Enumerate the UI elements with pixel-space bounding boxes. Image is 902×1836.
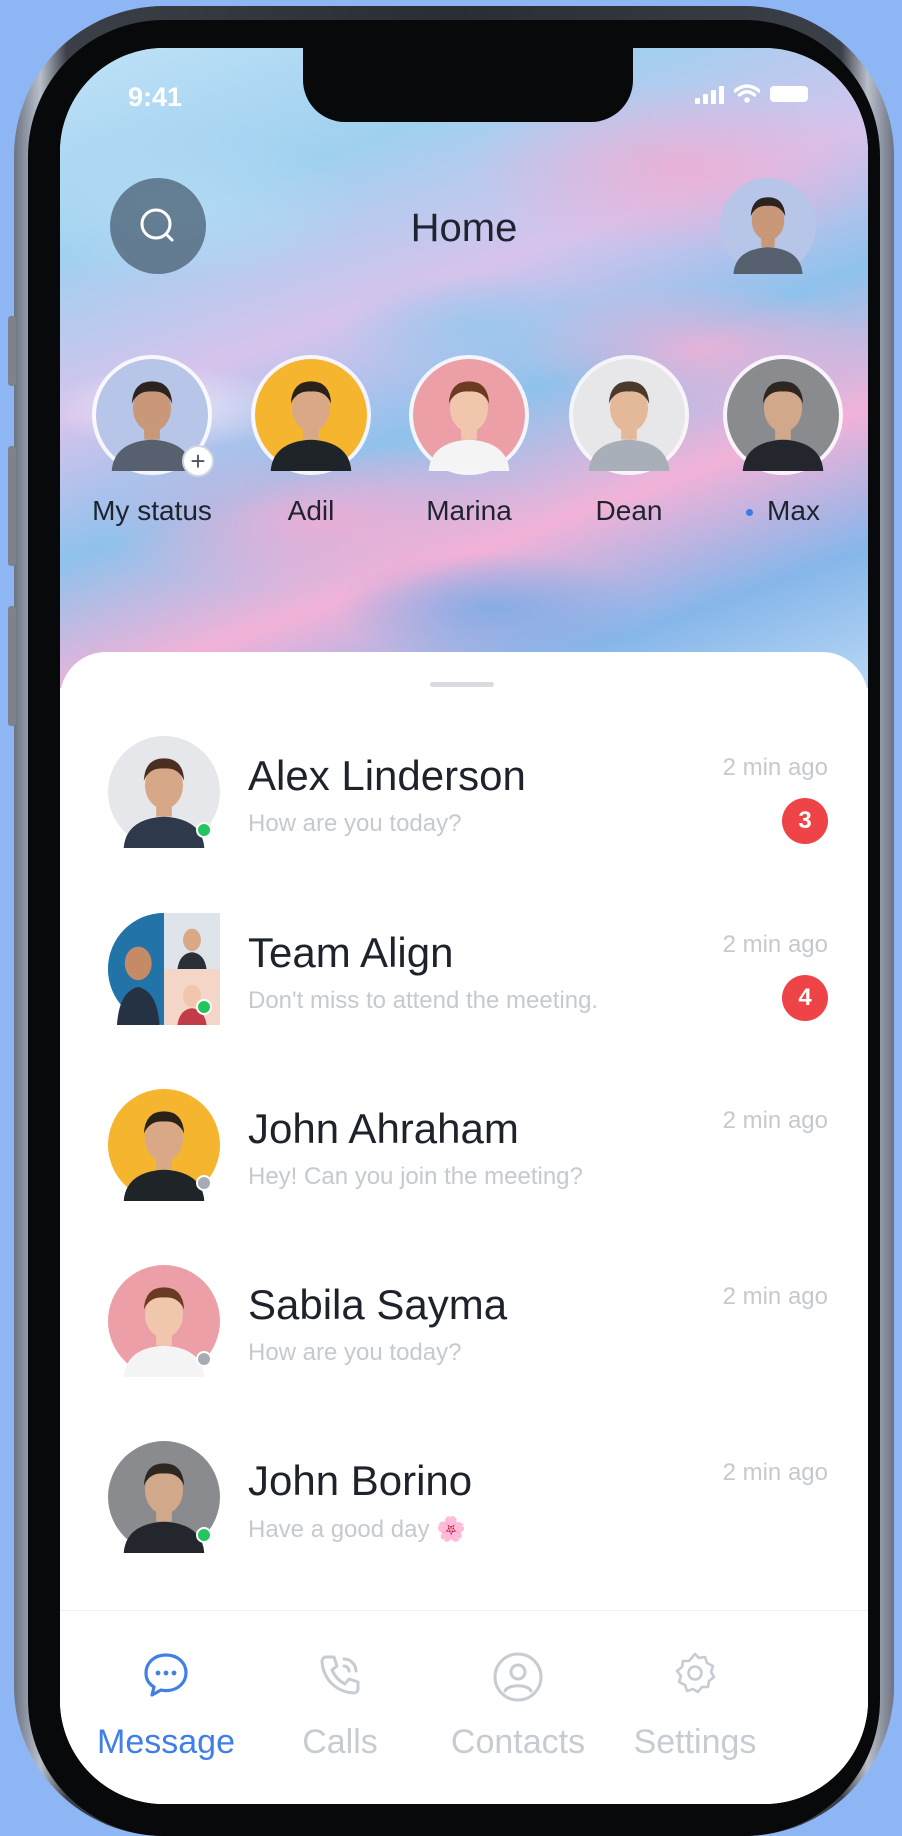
chat-list-item[interactable]: Sabila Sayma How are you today? 2 min ago: [108, 1265, 828, 1395]
story-label: Marina: [404, 495, 534, 527]
tab-label: Settings: [633, 1723, 757, 1761]
offline-indicator: [196, 1175, 212, 1191]
unread-badge: 3: [782, 798, 828, 844]
tab-message[interactable]: Message: [76, 1649, 256, 1762]
status-icons: [695, 84, 808, 104]
chat-time: 2 min ago: [722, 1283, 828, 1310]
story-name: Max: [767, 495, 820, 526]
story-name: Adil: [287, 495, 335, 526]
story-avatar: [569, 355, 689, 475]
story-avatar: [409, 355, 529, 475]
story-item[interactable]: Marina: [404, 355, 534, 527]
story-avatar: [723, 355, 843, 475]
avatar-image: [720, 178, 816, 274]
sheet-handle[interactable]: [430, 682, 494, 687]
chat-preview: Don't miss to attend the meeting.: [248, 987, 599, 1014]
side-button: [8, 316, 16, 386]
chat-list-item[interactable]: Alex Linderson How are you today? 2 min ag…: [108, 736, 828, 866]
chat-name: Alex Linderson: [248, 752, 526, 799]
story-label: Adil: [246, 495, 376, 527]
chat-preview: How are you today?: [248, 810, 462, 837]
chat-time: 2 min ago: [722, 754, 828, 781]
story-avatar: [251, 355, 371, 475]
chat-name: Team Align: [248, 929, 454, 976]
chat-preview: Hey! Can you join the meeting?: [248, 1163, 583, 1190]
status-time: 9:41: [128, 82, 183, 112]
side-button: [8, 606, 16, 726]
profile-avatar[interactable]: [720, 178, 816, 274]
tab-label: Contacts: [450, 1723, 586, 1761]
chat-name: John Borino: [248, 1457, 473, 1504]
new-story-dot: [746, 509, 754, 517]
gear-icon: [605, 1649, 785, 1707]
chat-preview: Have a good day 🌸: [248, 1516, 467, 1543]
story-name: Marina: [426, 495, 512, 526]
tab-calls[interactable]: Calls: [250, 1649, 430, 1762]
chat-name: Sabila Sayma: [248, 1281, 508, 1328]
chat-preview: How are you today?: [248, 1339, 462, 1366]
tab-label: Calls: [302, 1723, 378, 1761]
unread-badge: 4: [782, 975, 828, 1021]
user-circle-icon: [428, 1649, 608, 1707]
bottom-tab-bar: Message Calls Contacts Settings: [60, 1610, 868, 1804]
online-indicator: [196, 1527, 212, 1543]
chat-list-item[interactable]: John Ahraham Hey! Can you join the meetin…: [108, 1089, 828, 1219]
status-stories: + My status Adil Marina Dean Max: [92, 355, 868, 555]
chat-time: 2 min ago: [722, 1459, 828, 1486]
chat-list-item[interactable]: John Borino Have a good day 🌸 2 min ago: [108, 1441, 828, 1571]
story-label: Dean: [564, 495, 694, 527]
story-label: Max: [718, 495, 848, 527]
signal-icon: [695, 84, 724, 104]
notch: [303, 48, 633, 122]
wifi-icon: [734, 84, 760, 103]
phone-icon: [250, 1649, 430, 1707]
story-name: My status: [92, 495, 212, 526]
chat-time: 2 min ago: [722, 931, 828, 958]
tab-label: Message: [97, 1723, 235, 1761]
chat-list-item[interactable]: Team Align Don't miss to attend the meeti…: [108, 913, 828, 1043]
tab-settings[interactable]: Settings: [605, 1649, 785, 1762]
chat-name: John Ahraham: [248, 1105, 519, 1152]
chat-time: 2 min ago: [722, 1107, 828, 1134]
story-label: My status: [87, 495, 217, 527]
story-item[interactable]: Max: [718, 355, 848, 527]
phone-screen: 9:41 Home + My status Adil Marina Dean M…: [60, 48, 868, 1804]
side-button: [8, 446, 16, 566]
story-item[interactable]: Dean: [564, 355, 694, 527]
online-indicator: [196, 822, 212, 838]
story-name: Dean: [595, 495, 663, 526]
online-indicator: [196, 999, 212, 1015]
battery-icon: [770, 86, 808, 102]
story-item[interactable]: Adil: [246, 355, 376, 527]
tab-contacts[interactable]: Contacts: [428, 1649, 608, 1762]
offline-indicator: [196, 1351, 212, 1367]
story-item[interactable]: + My status: [87, 355, 217, 527]
add-status-icon[interactable]: +: [182, 445, 214, 477]
message-icon: [76, 1649, 256, 1707]
